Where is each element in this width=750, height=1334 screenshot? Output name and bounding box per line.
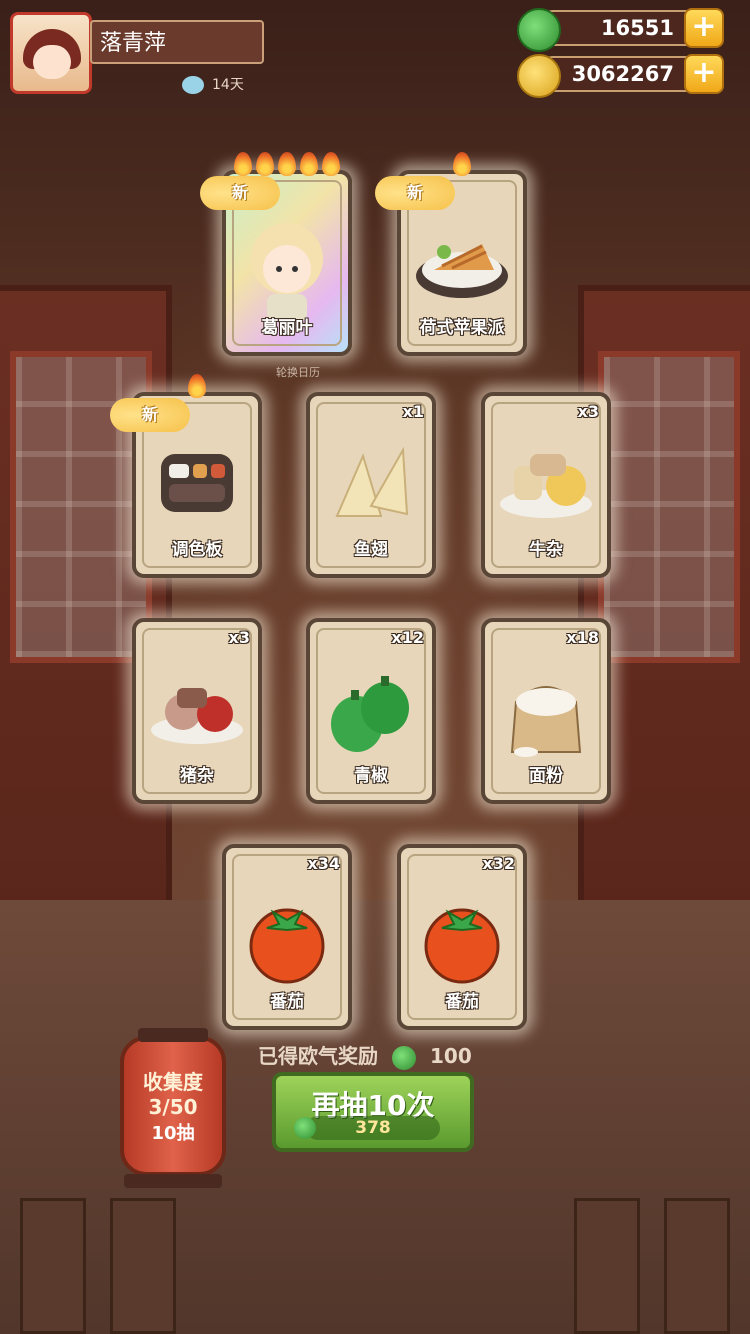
flame-icon	[453, 152, 471, 176]
flame-icon	[300, 152, 318, 176]
player-name: 落青萍	[90, 20, 264, 64]
flame-icon	[322, 152, 340, 176]
coin-currency: 3062267 +	[517, 54, 724, 98]
item-name: 面粉	[529, 766, 563, 786]
new-badge: 新	[375, 176, 455, 210]
item-name: 猪杂	[180, 766, 214, 786]
item-card[interactable]: 新调色板	[110, 374, 262, 578]
item-count: x18	[566, 628, 599, 647]
new-badge: 新	[110, 398, 190, 432]
jade-icon	[392, 1045, 416, 1070]
item-name: 青椒	[354, 766, 388, 786]
item-card[interactable]: 新荷式苹果派	[375, 152, 527, 356]
jade-icon	[517, 8, 561, 52]
flame-icon	[256, 152, 274, 176]
item-name: 调色板	[171, 540, 223, 560]
flame-icon	[188, 374, 206, 398]
apple-pie-icon	[412, 214, 512, 308]
flame-icon	[278, 152, 296, 176]
item-card[interactable]: x12 青椒	[306, 618, 436, 804]
item-name: 番茄	[270, 992, 304, 1012]
item-name: 鱼翅	[354, 540, 388, 560]
luck-reward: 已得欧气奖励 100	[258, 1044, 472, 1070]
player-avatar[interactable]	[10, 12, 92, 94]
redraw-cost: 378	[294, 1116, 440, 1140]
item-card[interactable]: x3 猪杂	[132, 618, 262, 804]
collection-lantern[interactable]: 收集度 3/50 10抽	[120, 1028, 226, 1188]
redraw-10-button[interactable]: 再抽10次 378	[272, 1072, 474, 1152]
green-pepper-icon	[321, 662, 421, 766]
item-count: x3	[228, 628, 250, 647]
item-count: x12	[391, 628, 424, 647]
item-count: x32	[482, 854, 515, 873]
character-icon	[237, 214, 337, 328]
section-hint: 轮换日历	[276, 366, 320, 379]
calendar-icon	[182, 76, 204, 94]
flour-icon	[496, 662, 596, 766]
fence-post	[664, 1198, 730, 1334]
item-card[interactable]: x1 鱼翅	[306, 392, 436, 578]
tomato-icon	[237, 888, 337, 992]
fence-post	[110, 1198, 176, 1334]
item-name: 牛杂	[529, 540, 563, 560]
item-card[interactable]: x32 番茄	[397, 844, 527, 1030]
item-card[interactable]: x3 牛杂	[481, 392, 611, 578]
item-card[interactable]: x34 番茄	[222, 844, 352, 1030]
jade-icon	[294, 1117, 316, 1139]
item-card[interactable]: 新葛丽叶	[200, 152, 352, 356]
new-badge: 新	[200, 176, 280, 210]
beef-offal-icon	[496, 436, 596, 530]
palette-icon	[147, 436, 247, 530]
pork-offal-icon	[147, 662, 247, 756]
add-coins-button[interactable]: +	[684, 54, 724, 94]
item-name: 荷式苹果派	[419, 318, 505, 338]
jade-currency: 16551 +	[517, 8, 724, 52]
shark-fin-icon	[321, 436, 421, 540]
item-count: x34	[307, 854, 340, 873]
flame-icon	[234, 152, 252, 176]
item-count: x1	[402, 402, 424, 421]
item-count: x3	[577, 402, 599, 421]
coin-icon	[517, 54, 561, 98]
wall-panel-right	[578, 285, 750, 917]
tomato-icon	[412, 888, 512, 992]
fence-post	[20, 1198, 86, 1334]
item-name: 葛丽叶	[261, 318, 313, 338]
days-counter: 14天	[182, 74, 244, 94]
item-card[interactable]: x18 面粉	[481, 618, 611, 804]
fence-post	[574, 1198, 640, 1334]
add-jade-button[interactable]: +	[684, 8, 724, 48]
item-name: 番茄	[445, 992, 479, 1012]
